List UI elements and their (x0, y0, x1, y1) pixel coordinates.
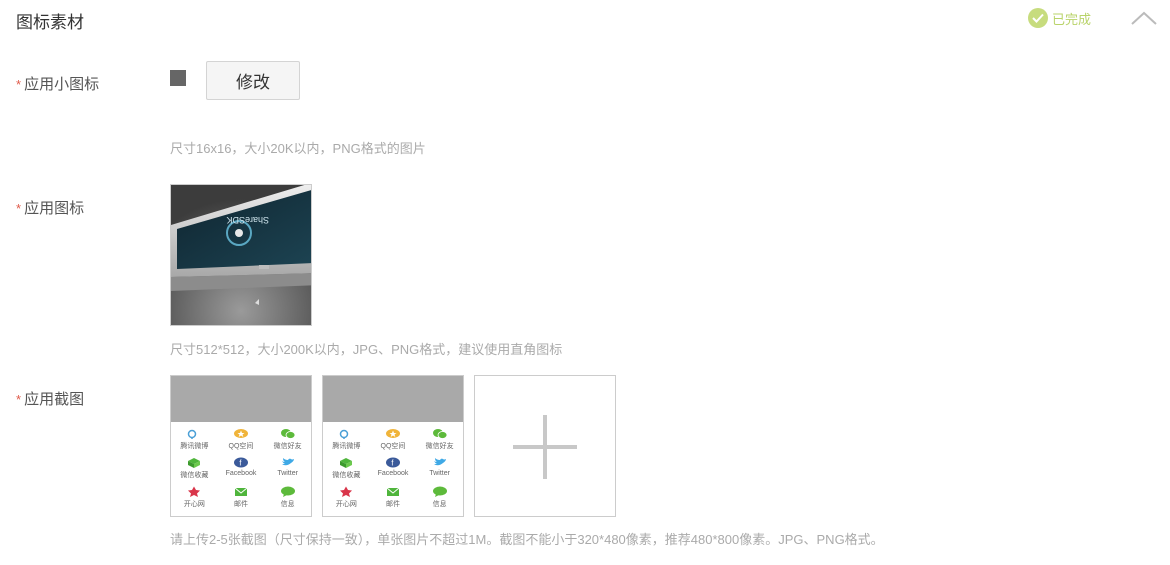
wechat-icon (280, 428, 296, 439)
share-app-item: QQ空间 (370, 428, 417, 451)
small-icon-label: * 应用小图标 (16, 73, 99, 94)
check-circle-icon (1028, 8, 1048, 28)
share-app-name: 信息 (432, 501, 447, 508)
share-app-item: 腾讯微博 (323, 428, 370, 451)
status-text: 已完成 (1052, 11, 1092, 27)
share-app-name: 邮件 (233, 501, 248, 508)
share-app-item: 信息 (264, 486, 311, 509)
screenshots-hint: 请上传2-5张截图（尺寸保持一致），单张图片不超过1M。截图不能小于320*48… (170, 532, 884, 547)
share-app-item: f Facebook (218, 457, 265, 480)
collapse-chevron-up-icon[interactable] (1130, 8, 1158, 28)
facebook-icon: f (233, 457, 249, 468)
share-app-name: 微信好友 (273, 443, 302, 450)
share-app-name: 开心网 (335, 501, 357, 508)
share-app-item: 开心网 (323, 486, 370, 509)
share-app-item: 微信收藏 (171, 457, 218, 480)
app-icon-label-text: 应用图标 (24, 200, 85, 217)
twitter-icon (280, 457, 296, 468)
share-app-name: 腾讯微博 (180, 443, 209, 450)
share-app-item: 腾讯微博 (171, 428, 218, 451)
share-app-item: 邮件 (218, 486, 265, 509)
share-app-item: QQ空间 (218, 428, 265, 451)
screenshot-1[interactable]: 腾讯微博 QQ空间 微信好友微信收藏 f Facebook Twitter 开心网 邮件 信息 (170, 375, 312, 517)
completion-status: 已完成 (1028, 8, 1091, 28)
screenshots-label: * 应用截图 (16, 388, 84, 409)
modify-button[interactable]: 修改 (206, 61, 300, 100)
wechat-icon (432, 428, 448, 439)
section-title: 图标素材 (16, 13, 84, 32)
tencent-weibo-icon (338, 428, 354, 439)
share-grid: 腾讯微博 QQ空间 微信好友微信收藏 f Facebook Twitter 开心网 邮件 信息 (171, 422, 311, 509)
small-icon-preview (170, 70, 186, 86)
sms-icon (432, 486, 448, 497)
twitter-icon (432, 457, 448, 468)
share-app-name: 开心网 (183, 501, 205, 508)
share-app-name: Twitter (277, 470, 298, 477)
share-app-item: 开心网 (171, 486, 218, 509)
wechat-favorite-icon (186, 457, 202, 468)
share-app-name: 微信收藏 (332, 472, 361, 479)
share-app-item: Twitter (264, 457, 311, 480)
share-app-item: 微信好友 (264, 428, 311, 451)
facebook-icon: f (385, 457, 401, 468)
screenshot-header (171, 376, 311, 422)
share-app-name: 腾讯微博 (332, 443, 361, 450)
required-mark: * (16, 201, 22, 216)
share-app-item: Twitter (416, 457, 463, 480)
share-app-item: 微信好友 (416, 428, 463, 451)
share-app-name: QQ空间 (228, 443, 254, 450)
app-icon-preview[interactable]: ShareSDK (170, 184, 312, 326)
share-app-name: 信息 (280, 501, 295, 508)
share-app-name: 微信收藏 (180, 472, 209, 479)
share-grid: 腾讯微博 QQ空间 微信好友微信收藏 f Facebook Twitter 开心网 邮件 信息 (323, 422, 463, 509)
small-icon-label-text: 应用小图标 (24, 76, 100, 93)
mail-icon (385, 486, 401, 497)
screenshots-label-text: 应用截图 (24, 391, 85, 408)
phone-image: ShareSDK (171, 185, 311, 325)
app-icon-label: * 应用图标 (16, 197, 84, 218)
share-app-item: f Facebook (370, 457, 417, 480)
app-icon-hint: 尺寸512*512，大小200K以内，JPG、PNG格式，建议使用直角图标 (170, 342, 563, 357)
wechat-favorite-icon (338, 457, 354, 468)
screenshot-2[interactable]: 腾讯微博 QQ空间 微信好友微信收藏 f Facebook Twitter 开心网 邮件 信息 (322, 375, 464, 517)
screenshot-header (323, 376, 463, 422)
required-mark: * (16, 392, 22, 407)
mail-icon (233, 486, 249, 497)
qzone-icon (385, 428, 401, 439)
share-app-item: 微信收藏 (323, 457, 370, 480)
tencent-weibo-icon (186, 428, 202, 439)
share-app-item: 邮件 (370, 486, 417, 509)
share-app-item: 信息 (416, 486, 463, 509)
share-app-name: Facebook (225, 470, 257, 477)
required-mark: * (16, 77, 22, 92)
kaixin-icon (338, 486, 354, 497)
preview-brand-text: ShareSDK (226, 215, 269, 225)
share-app-name: 微信好友 (425, 443, 454, 450)
share-app-name: Twitter (429, 470, 450, 477)
add-screenshot-button[interactable] (474, 375, 616, 517)
share-app-name: 邮件 (385, 501, 400, 508)
share-app-name: Facebook (377, 470, 409, 477)
share-app-name: QQ空间 (380, 443, 406, 450)
sms-icon (280, 486, 296, 497)
kaixin-icon (186, 486, 202, 497)
small-icon-hint: 尺寸16x16，大小20K以内，PNG格式的图片 (170, 141, 426, 156)
qzone-icon (233, 428, 249, 439)
